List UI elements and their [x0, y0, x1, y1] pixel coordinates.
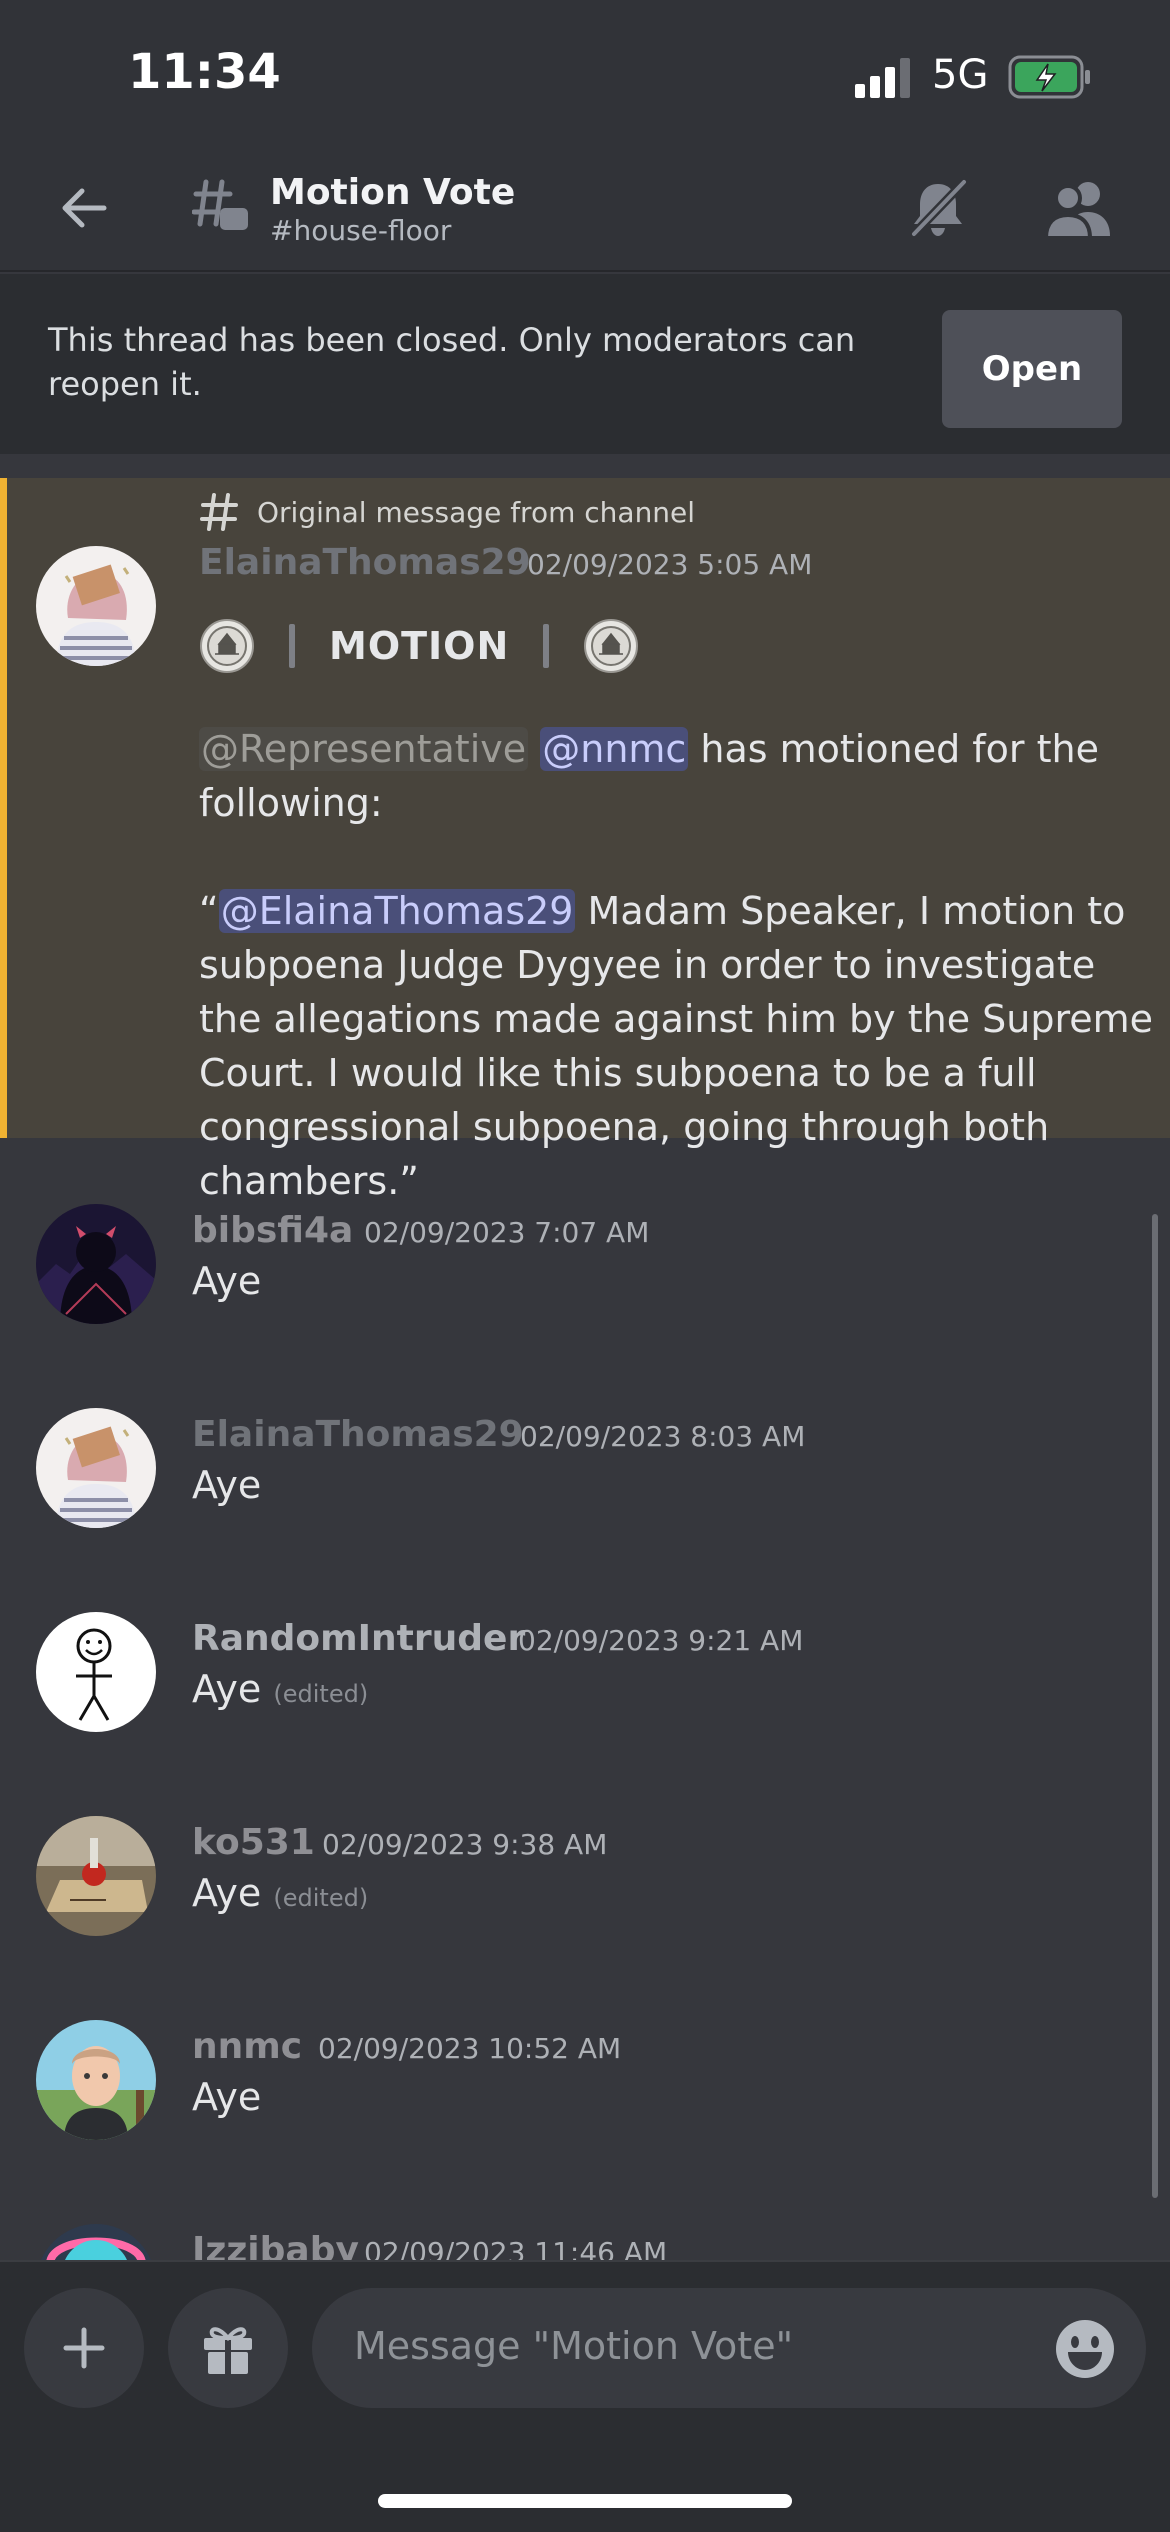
original-message-link[interactable]: Original message from channel — [199, 492, 695, 532]
cell-signal-icon — [855, 58, 910, 98]
battery-icon — [1008, 55, 1090, 99]
scrollbar[interactable] — [1152, 1214, 1158, 2198]
back-arrow-icon[interactable] — [54, 178, 114, 238]
message-timestamp: 02/09/2023 10:52 AM — [318, 2032, 622, 2065]
open-thread-button[interactable]: Open — [942, 310, 1122, 428]
role-mention[interactable]: @Representative — [199, 727, 529, 771]
avatar[interactable] — [36, 1204, 156, 1324]
status-bar: 11:34 5G — [0, 0, 1170, 150]
seal-icon — [584, 619, 639, 673]
message-timestamp: 02/09/2023 9:21 AM — [518, 1624, 804, 1657]
attach-button[interactable] — [24, 2288, 144, 2408]
message-author[interactable]: ko531 — [192, 1822, 315, 1863]
gift-icon — [204, 2327, 252, 2374]
thread-closed-banner: This thread has been closed. Only modera… — [0, 274, 1170, 454]
motion-divider — [543, 624, 550, 668]
thread-header: Motion Vote #house-floor — [0, 150, 1170, 272]
motion-title: MOTION — [329, 624, 510, 668]
quoted-motion: “@ElainaThomas29 Madam Speaker, I motion… — [199, 884, 1159, 1208]
seal-icon — [200, 619, 254, 673]
message-body: Aye (edited) — [192, 1866, 368, 1925]
message-author[interactable]: Izzibaby — [192, 2230, 359, 2260]
avatar[interactable] — [36, 1816, 156, 1936]
message-author[interactable]: ElainaThomas29 — [199, 542, 531, 583]
network-type: 5G — [932, 52, 989, 98]
original-message-label: Original message from channel — [257, 495, 696, 529]
message-composer: Message "Motion Vote" — [0, 2260, 1170, 2532]
avatar[interactable] — [36, 1612, 156, 1732]
message-author[interactable]: nnmc — [192, 2026, 302, 2067]
message-body: Aye — [192, 1259, 262, 1303]
message-placeholder: Message "Motion Vote" — [354, 2324, 794, 2368]
motion-divider — [289, 624, 295, 668]
user-mention[interactable]: @nnmc — [540, 727, 689, 771]
message-timestamp: 02/09/2023 11:46 AM — [364, 2236, 668, 2260]
starter-message[interactable]: Original message from channel ElainaThom… — [0, 478, 1170, 1203]
message-text: Aye — [192, 1667, 262, 1711]
quote-mark: “ — [199, 889, 219, 933]
message-list[interactable]: Original message from channel ElainaThom… — [0, 454, 1170, 2260]
members-icon[interactable] — [1044, 178, 1114, 240]
gift-button[interactable] — [168, 2288, 288, 2408]
thread-icon — [192, 179, 248, 230]
edited-label: (edited) — [273, 1884, 369, 1912]
message-body: Aye — [192, 1463, 262, 1507]
emoji-icon[interactable] — [1054, 2318, 1116, 2380]
edited-label: (edited) — [273, 1680, 369, 1708]
motion-heading: MOTION — [199, 618, 639, 674]
muted-bell-icon[interactable] — [906, 176, 970, 240]
message-text: Madam Speaker, I motion to subpoena Judg… — [199, 889, 1154, 1203]
message-body: Aye — [192, 2075, 262, 2119]
status-time: 11:34 — [128, 44, 281, 100]
hash-icon — [200, 493, 238, 531]
message-author[interactable]: RandomIntruder — [192, 1618, 525, 1659]
message-author[interactable]: ElainaThomas29 — [192, 1414, 524, 1455]
message-body: @Representative @nnmc has motioned for t… — [199, 722, 1159, 830]
message-body: Aye (edited) — [192, 1662, 368, 1721]
message-timestamp: 02/09/2023 8:03 AM — [520, 1420, 806, 1453]
message-author[interactable]: bibsfi4a — [192, 1210, 353, 1251]
thread-title: Motion Vote — [270, 172, 516, 213]
closed-notice: This thread has been closed. Only modera… — [48, 321, 856, 403]
message-timestamp: 02/09/2023 5:05 AM — [527, 548, 813, 581]
avatar[interactable] — [36, 546, 156, 666]
user-mention[interactable]: @ElainaThomas29 — [218, 889, 576, 933]
message-input[interactable]: Message "Motion Vote" — [312, 2288, 1146, 2408]
plus-icon — [63, 2327, 105, 2369]
message-text: Aye — [192, 1871, 262, 1915]
channel-name[interactable]: #house-floor — [270, 214, 451, 247]
message-timestamp: 02/09/2023 9:38 AM — [322, 1828, 608, 1861]
avatar[interactable] — [36, 2020, 156, 2140]
avatar[interactable] — [36, 1408, 156, 1528]
avatar[interactable] — [36, 2224, 156, 2260]
message-timestamp: 02/09/2023 7:07 AM — [364, 1216, 650, 1249]
home-indicator[interactable] — [378, 2494, 792, 2508]
